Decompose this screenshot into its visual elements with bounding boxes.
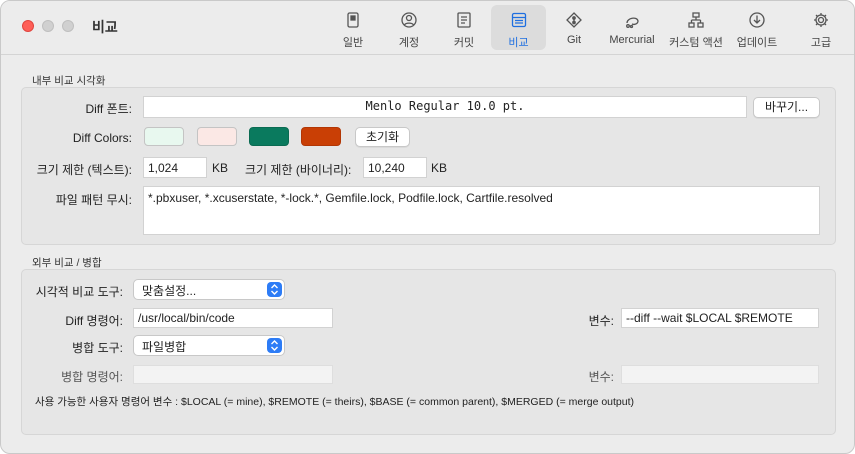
- internal-section-title: 내부 비교 시각화: [32, 75, 106, 87]
- tab-custom-actions-label: 커스텀 액션: [669, 37, 723, 49]
- merge-arguments-label: 변수:: [588, 370, 614, 384]
- merge-command-label: 병합 명령어:: [61, 370, 123, 384]
- diff-command-label: Diff 명령어:: [65, 314, 123, 328]
- chevron-updown-icon: [267, 338, 282, 353]
- change-font-button[interactable]: 바꾸기...: [753, 97, 820, 118]
- diff-icon: [511, 12, 526, 28]
- diff-colors-label: Diff Colors:: [72, 131, 132, 145]
- tab-advanced[interactable]: 고급: [803, 5, 839, 50]
- diff-font-label: Diff 폰트:: [85, 102, 132, 116]
- tab-commit-label: 커밋: [453, 37, 475, 49]
- diff-command-input[interactable]: /usr/local/bin/code: [133, 308, 333, 328]
- removed-color-swatch[interactable]: [197, 127, 237, 146]
- tab-mercurial-label: Mercurial: [609, 34, 655, 46]
- visual-tool-select[interactable]: 맞춤설정...: [133, 279, 285, 300]
- tab-diff[interactable]: 비교: [491, 5, 546, 50]
- tab-general[interactable]: 일반: [334, 5, 372, 50]
- external-section-title: 외부 비교 / 병합: [32, 257, 102, 269]
- tab-mercurial[interactable]: Mercurial: [605, 5, 659, 50]
- tab-accounts[interactable]: 계정: [390, 5, 428, 50]
- ignore-patterns-input[interactable]: *.pbxuser, *.xcuserstate, *-lock.*, Gemf…: [143, 186, 820, 235]
- merge-tool-value: 파일병합: [142, 340, 187, 354]
- mercurial-icon: [626, 17, 639, 29]
- gear-icon: [814, 13, 828, 27]
- added-highlight-color-swatch[interactable]: [249, 127, 289, 146]
- removed-highlight-color-swatch[interactable]: [301, 127, 341, 146]
- commit-icon: [457, 12, 471, 28]
- visual-tool-value: 맞춤설정...: [142, 284, 197, 298]
- tab-accounts-label: 계정: [398, 37, 420, 49]
- tab-update-label: 업데이트: [736, 37, 778, 49]
- diff-arguments-label: 변수:: [588, 314, 614, 328]
- tab-general-label: 일반: [342, 37, 364, 49]
- merge-arguments-input[interactable]: [621, 365, 819, 384]
- window-title: 비교: [92, 19, 118, 35]
- tab-advanced-label: 고급: [810, 37, 832, 49]
- preferences-window: 비교 일반 계정 커밋 비교 Git Mercurial 커스텀 액션 업데이트…: [0, 0, 855, 454]
- custom-action-icon: [688, 12, 704, 28]
- tab-custom-actions[interactable]: 커스텀 액션: [669, 5, 723, 50]
- visual-tool-label: 시각적 비교 도구:: [35, 285, 123, 299]
- text-limit-input[interactable]: 1,024: [143, 157, 207, 178]
- merge-tool-select[interactable]: 파일병합: [133, 335, 285, 356]
- tab-update[interactable]: 업데이트: [734, 5, 780, 50]
- diff-font-field: Menlo Regular 10.0 pt.: [143, 96, 747, 118]
- binary-limit-unit: KB: [431, 161, 448, 175]
- chevron-updown-icon: [267, 282, 282, 297]
- account-icon: [401, 12, 417, 28]
- minimize-button[interactable]: [42, 20, 54, 32]
- binary-limit-input[interactable]: 10,240: [363, 157, 427, 178]
- tab-git[interactable]: Git: [557, 5, 591, 50]
- close-button[interactable]: [22, 20, 34, 32]
- git-icon: [566, 12, 582, 28]
- ignore-patterns-label: 파일 패턴 무시:: [55, 193, 132, 207]
- tab-diff-label: 비교: [508, 37, 529, 49]
- update-icon: [749, 12, 765, 28]
- diff-arguments-input[interactable]: --diff --wait $LOCAL $REMOTE: [621, 308, 819, 328]
- phone-icon: [347, 12, 359, 28]
- text-limit-unit: KB: [212, 161, 229, 175]
- toolbar: 비교 일반 계정 커밋 비교 Git Mercurial 커스텀 액션 업데이트…: [1, 1, 854, 55]
- reset-colors-button[interactable]: 초기화: [355, 127, 410, 147]
- binary-limit-label: 크기 제한 (바이너리):: [245, 163, 352, 177]
- tab-git-label: Git: [566, 34, 582, 46]
- merge-command-input[interactable]: [133, 365, 333, 384]
- merge-tool-label: 병합 도구:: [72, 341, 123, 355]
- tab-commit[interactable]: 커밋: [445, 5, 483, 50]
- zoom-button[interactable]: [62, 20, 74, 32]
- variables-help-text: 사용 가능한 사용자 명령어 변수 : $LOCAL (= mine), $RE…: [35, 396, 635, 408]
- text-limit-label: 크기 제한 (텍스트):: [36, 163, 132, 177]
- added-color-swatch[interactable]: [144, 127, 184, 146]
